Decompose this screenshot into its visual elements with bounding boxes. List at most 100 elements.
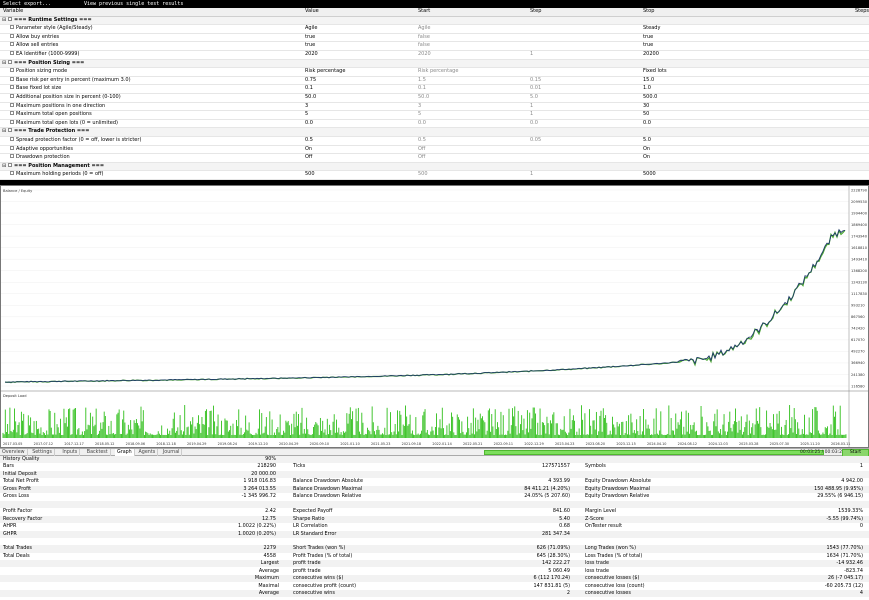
param-stop[interactable]: Fixed lots — [643, 68, 667, 76]
param-stop[interactable]: 0.0 — [643, 120, 651, 128]
param-stop[interactable]: 500.0 — [643, 94, 657, 102]
param-checkbox[interactable] — [10, 42, 14, 47]
param-row[interactable]: Maximum total open positions 5 5 1 50 — [0, 111, 869, 120]
param-stop[interactable]: 5.0 — [643, 137, 651, 145]
param-row[interactable]: Drawdown protection Off Off On — [0, 154, 869, 163]
param-row[interactable]: Maximum total open lots (0 = unlimited) 0… — [0, 119, 869, 129]
param-start[interactable]: false — [418, 34, 430, 42]
param-stop[interactable]: On — [643, 146, 650, 154]
param-checkbox[interactable] — [10, 93, 14, 98]
param-value[interactable]: 3 — [305, 103, 308, 111]
view-previous-results-label[interactable]: View previous single test results — [84, 0, 183, 8]
tab-graph[interactable]: Graph — [115, 449, 135, 456]
param-step[interactable]: 0.0 — [530, 120, 538, 128]
tab-settings[interactable]: Settings — [30, 449, 55, 456]
param-row[interactable]: Maximum holding periods (0 = off) 500 500 1… — [0, 171, 869, 180]
param-value[interactable]: true — [305, 42, 315, 50]
param-value[interactable]: Risk percentage — [305, 68, 345, 76]
param-row[interactable]: Position sizing mode Risk percentage Risk … — [0, 68, 869, 77]
param-checkbox[interactable] — [10, 33, 14, 38]
tab-overview[interactable]: Overview — [0, 449, 28, 456]
collapse-toggle-icon[interactable]: ⊟ — [2, 60, 6, 68]
param-group-row[interactable]: ⊟ === Runtime Settings === — [0, 16, 869, 26]
param-row[interactable]: EA Identifier (1000-9999) 2020 2020 1 20200 — [0, 50, 869, 60]
param-checkbox[interactable] — [10, 102, 14, 107]
header-step[interactable]: Step — [530, 8, 541, 16]
param-stop[interactable]: 50 — [643, 111, 649, 119]
param-checkbox[interactable] — [8, 16, 12, 21]
param-checkbox[interactable] — [8, 128, 12, 133]
param-value[interactable]: 500 — [305, 171, 315, 179]
param-group-row[interactable]: ⊟ === Position Management === — [0, 162, 869, 172]
param-value[interactable]: On — [305, 146, 312, 154]
param-row[interactable]: Maximum positions in one direction 3 3 1 30 — [0, 102, 869, 112]
header-variable[interactable]: Variable — [3, 8, 23, 16]
param-value[interactable]: 50.0 — [305, 94, 316, 102]
param-start[interactable]: false — [418, 42, 430, 50]
param-start[interactable]: Risk percentage — [418, 68, 458, 76]
header-start[interactable]: Start — [418, 8, 430, 16]
tab-backtest[interactable]: Backtest — [85, 449, 111, 456]
collapse-toggle-icon[interactable]: ⊟ — [2, 163, 6, 171]
param-start[interactable]: 0.1 — [418, 85, 426, 93]
param-value[interactable]: 2020 — [305, 51, 318, 59]
header-stop[interactable]: Stop — [643, 8, 654, 16]
param-value[interactable]: 0.75 — [305, 77, 316, 85]
param-row[interactable]: Base risk per entry in percent (maximum … — [0, 76, 869, 86]
header-value[interactable]: Value — [305, 8, 319, 16]
param-row[interactable]: Additional position size in percent (0-1… — [0, 93, 869, 103]
param-group-row[interactable]: ⊟ === Trade Protection === — [0, 128, 869, 137]
param-value[interactable]: 0.1 — [305, 85, 313, 93]
param-stop[interactable]: 20200 — [643, 51, 659, 59]
param-checkbox[interactable] — [10, 25, 14, 30]
param-step[interactable]: 1 — [530, 103, 533, 111]
param-row[interactable]: Parameter style (Agile/Steady) Agile Agile… — [0, 25, 869, 34]
param-stop[interactable]: true — [643, 42, 653, 50]
param-checkbox[interactable] — [10, 68, 14, 73]
param-checkbox[interactable] — [10, 119, 14, 124]
header-steps[interactable]: Steps — [855, 8, 869, 16]
param-step[interactable]: 1 — [530, 111, 533, 119]
param-stop[interactable]: On — [643, 154, 650, 162]
param-row[interactable]: Allow sell entries true false true — [0, 42, 869, 51]
param-stop[interactable]: 5000 — [643, 171, 656, 179]
param-row[interactable]: Base fixed lot size 0.1 0.1 0.01 1.0 — [0, 85, 869, 94]
param-checkbox[interactable] — [10, 76, 14, 81]
param-value[interactable]: Off — [305, 154, 312, 162]
param-start[interactable]: 1.5 — [418, 77, 426, 85]
param-stop[interactable]: true — [643, 34, 653, 42]
param-checkbox[interactable] — [8, 162, 12, 167]
param-value[interactable]: 0.5 — [305, 137, 313, 145]
param-step[interactable]: 0.05 — [530, 137, 541, 145]
param-start[interactable]: 2020 — [418, 51, 431, 59]
param-checkbox[interactable] — [10, 111, 14, 116]
tab-journal[interactable]: Journal — [161, 449, 183, 456]
collapse-toggle-icon[interactable]: ⊟ — [2, 17, 6, 25]
select-export-label[interactable]: Select export... — [3, 0, 51, 8]
tab-agents[interactable]: Agents — [137, 449, 159, 456]
param-start[interactable]: 0.5 — [418, 137, 426, 145]
tab-inputs[interactable]: Inputs — [60, 449, 81, 456]
param-start[interactable]: 50.0 — [418, 94, 429, 102]
param-row[interactable]: Adaptive opportunities On Off On — [0, 145, 869, 155]
param-group-row[interactable]: ⊟ === Position Sizing === — [0, 59, 869, 69]
param-checkbox[interactable] — [10, 50, 14, 55]
param-row[interactable]: Allow buy entries true false true — [0, 33, 869, 43]
param-checkbox[interactable] — [10, 154, 14, 159]
param-row[interactable]: Spread protection factor (0 = off, lower… — [0, 136, 869, 146]
param-stop[interactable]: 15.0 — [643, 77, 654, 85]
param-start[interactable]: Agile — [418, 25, 430, 33]
param-value[interactable]: 0.0 — [305, 120, 313, 128]
param-value[interactable]: true — [305, 34, 315, 42]
param-step[interactable]: 1 — [530, 51, 533, 59]
param-step[interactable]: 0.01 — [530, 85, 541, 93]
param-start[interactable]: 0.0 — [418, 120, 426, 128]
param-checkbox[interactable] — [10, 136, 14, 141]
param-value[interactable]: 5 — [305, 111, 308, 119]
param-stop[interactable]: Steady — [643, 25, 660, 33]
param-start[interactable]: Off — [418, 154, 425, 162]
param-start[interactable]: 3 — [418, 103, 421, 111]
param-step[interactable]: 1 — [530, 171, 533, 179]
param-checkbox[interactable] — [10, 85, 14, 90]
param-step[interactable]: 0.15 — [530, 77, 541, 85]
